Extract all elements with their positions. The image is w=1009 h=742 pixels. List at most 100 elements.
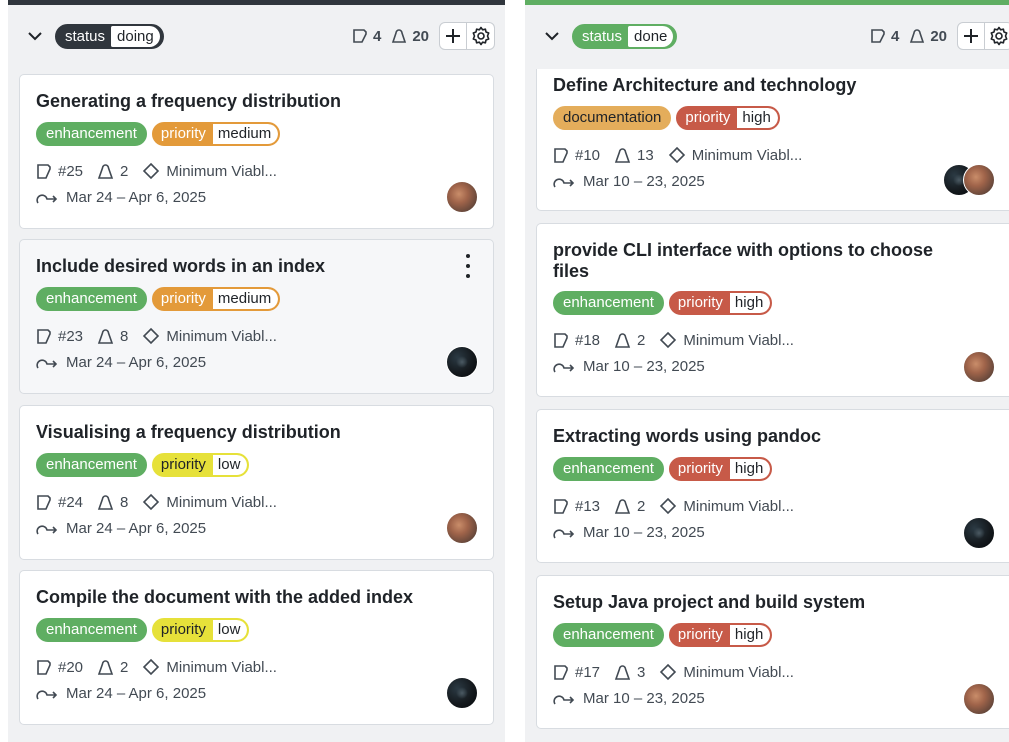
issue-number[interactable]: #13 xyxy=(575,498,600,515)
issue-count-value: 4 xyxy=(372,27,382,45)
issue-milestone[interactable]: Minimum Viabl... xyxy=(166,659,277,676)
issue-date-range: Mar 24 – Apr 6, 2025 xyxy=(66,685,207,702)
issue-title[interactable]: Define Architecture and technology xyxy=(553,75,856,96)
issue-number[interactable]: #18 xyxy=(575,332,600,349)
issue-number[interactable]: #24 xyxy=(58,494,83,511)
gear-icon xyxy=(472,26,489,46)
chevron-down-icon[interactable] xyxy=(27,28,43,44)
issue-count-value: 4 xyxy=(890,27,900,45)
label-documentation[interactable]: documentation xyxy=(553,106,672,130)
priority-key: priority xyxy=(160,456,206,473)
more-options-icon[interactable] xyxy=(461,254,475,278)
issue-number[interactable]: #10 xyxy=(575,147,600,164)
add-issue-button[interactable] xyxy=(957,22,985,50)
label-priority[interactable]: priority high xyxy=(676,106,780,130)
issue-title[interactable]: Generating a frequency distribution xyxy=(36,91,341,112)
issue-number[interactable]: #25 xyxy=(58,163,83,180)
milestone-icon xyxy=(143,658,160,676)
label-enhancement[interactable]: enhancement xyxy=(36,453,147,477)
issue-labels: enhancement priority high xyxy=(553,623,773,647)
issue-milestone[interactable]: Minimum Viabl... xyxy=(166,328,277,345)
issue-number[interactable]: #20 xyxy=(58,659,83,676)
weight-icon xyxy=(97,329,114,344)
label-enhancement[interactable]: enhancement xyxy=(553,457,664,481)
issue-number[interactable]: #23 xyxy=(58,328,83,345)
weight-icon xyxy=(97,660,114,675)
assignee-avatar[interactable] xyxy=(963,517,995,549)
issue-card[interactable]: Define Architecture and technology docum… xyxy=(536,69,1009,211)
priority-value: high xyxy=(737,108,778,128)
column-settings-button[interactable] xyxy=(985,22,1009,50)
priority-value: high xyxy=(729,459,771,479)
issue-card[interactable]: Compile the document with the added inde… xyxy=(19,570,494,725)
assignee-avatar[interactable] xyxy=(446,512,478,544)
label-enhancement[interactable]: enhancement xyxy=(553,623,664,647)
issue-milestone[interactable]: Minimum Viabl... xyxy=(166,494,277,511)
weight-icon xyxy=(614,333,631,348)
issue-card[interactable]: Extracting words using pandoc enhancemen… xyxy=(536,409,1009,563)
label-priority[interactable]: priority medium xyxy=(151,122,281,146)
label-enhancement[interactable]: enhancement xyxy=(36,287,147,311)
label-priority[interactable]: priority medium xyxy=(151,287,281,311)
label-enhancement[interactable]: enhancement xyxy=(36,618,147,642)
milestone-icon xyxy=(660,331,677,349)
label-enhancement[interactable]: enhancement xyxy=(553,291,664,315)
issue-card[interactable]: provide CLI interface with options to ch… xyxy=(536,223,1009,397)
issue-dates: Mar 10 – 23, 2025 xyxy=(553,524,705,541)
assignee-avatar[interactable] xyxy=(446,181,478,213)
issue-card[interactable]: Include desired words in an index enhanc… xyxy=(19,239,494,394)
issue-meta: #10 13 Minimum Viabl... xyxy=(553,146,816,164)
issue-title[interactable]: Visualising a frequency distribution xyxy=(36,422,341,443)
label-priority[interactable]: priority low xyxy=(151,618,250,642)
issue-icon xyxy=(554,332,568,348)
plus-icon xyxy=(964,29,978,43)
issue-title[interactable]: provide CLI interface with options to ch… xyxy=(553,240,953,282)
label-priority[interactable]: priority high xyxy=(668,457,773,481)
issue-milestone[interactable]: Minimum Viabl... xyxy=(683,664,794,681)
status-filter-pill[interactable]: status done xyxy=(572,23,678,49)
issue-title[interactable]: Include desired words in an index xyxy=(36,256,325,277)
column-doing: status doing 4 20 Generating a frequency… xyxy=(8,0,505,742)
issue-meta: #17 3 Minimum Viabl... xyxy=(553,663,808,681)
priority-key: priority xyxy=(160,290,206,307)
add-issue-button[interactable] xyxy=(439,22,467,50)
issue-weight: 2 xyxy=(637,331,646,349)
issue-weight: 13 xyxy=(637,146,654,164)
issue-icon xyxy=(37,328,51,344)
issue-count: 4 xyxy=(352,28,381,45)
issue-card[interactable]: Visualising a frequency distribution enh… xyxy=(19,405,494,560)
status-filter-pill[interactable]: status doing xyxy=(55,23,164,49)
issue-number[interactable]: #17 xyxy=(575,664,600,681)
issue-labels: documentation priority high xyxy=(553,106,780,130)
priority-value: high xyxy=(729,625,771,645)
issue-milestone[interactable]: Minimum Viabl... xyxy=(683,498,794,515)
plus-icon xyxy=(446,29,460,43)
column-header-actions: 4 20 xyxy=(342,22,495,50)
issue-title[interactable]: Setup Java project and build system xyxy=(553,592,865,613)
label-priority[interactable]: priority low xyxy=(151,453,250,477)
issue-card[interactable]: Setup Java project and build system enha… xyxy=(536,575,1009,729)
issue-milestone[interactable]: Minimum Viabl... xyxy=(692,147,803,164)
issue-date-range: Mar 10 – 23, 2025 xyxy=(583,690,705,707)
label-enhancement[interactable]: enhancement xyxy=(36,122,147,146)
assignee-avatar[interactable] xyxy=(446,346,478,378)
status-key: status xyxy=(582,27,623,45)
issue-card[interactable]: Generating a frequency distribution enha… xyxy=(19,74,494,229)
chevron-down-icon[interactable] xyxy=(544,28,560,44)
issue-milestone[interactable]: Minimum Viabl... xyxy=(683,332,794,349)
assignee-avatar[interactable] xyxy=(446,677,478,709)
label-priority[interactable]: priority high xyxy=(668,623,773,647)
issue-dates: Mar 10 – 23, 2025 xyxy=(553,173,705,190)
label-priority[interactable]: priority high xyxy=(668,291,773,315)
assignee-avatar[interactable] xyxy=(963,164,995,196)
issue-title[interactable]: Extracting words using pandoc xyxy=(553,426,821,447)
assignee-avatar[interactable] xyxy=(963,351,995,383)
column-settings-button[interactable] xyxy=(467,22,495,50)
weight-icon xyxy=(614,148,631,163)
issue-milestone[interactable]: Minimum Viabl... xyxy=(166,163,277,180)
weight-icon xyxy=(910,29,925,43)
issue-title[interactable]: Compile the document with the added inde… xyxy=(36,587,413,608)
estimate-total-value: 20 xyxy=(412,27,429,45)
assignee-avatar[interactable] xyxy=(963,683,995,715)
issue-meta: #23 8 Minimum Viabl... xyxy=(36,327,291,345)
